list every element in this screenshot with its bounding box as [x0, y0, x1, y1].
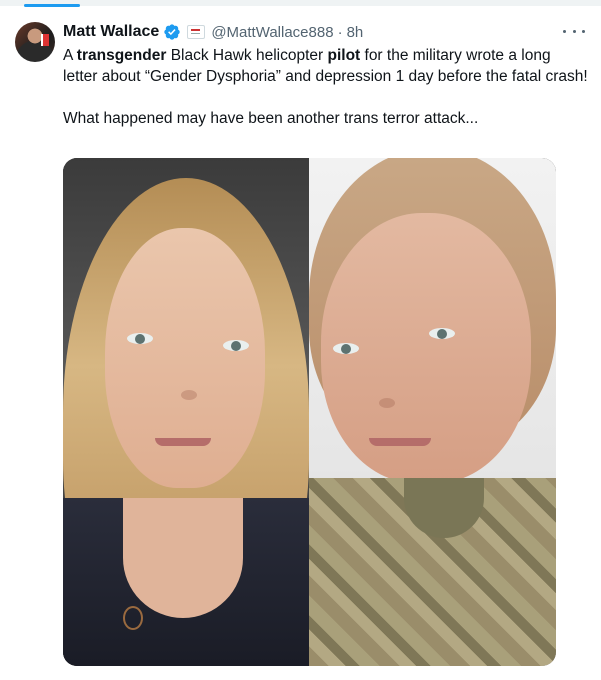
- photo-right-nose: [379, 398, 395, 408]
- bold-word-pilot: pilot: [327, 47, 361, 64]
- photo-left-nose: [181, 390, 197, 400]
- tweet-text: A transgender Black Hawk helicopter pilo…: [63, 45, 588, 129]
- more-options-icon[interactable]: [563, 24, 585, 38]
- tweet-card[interactable]: Matt Wallace @MattWallace888 · 8h A tran…: [0, 10, 601, 680]
- photo-left-neck: [123, 498, 243, 618]
- timestamp[interactable]: 8h: [347, 24, 364, 41]
- tweet-paragraph-1: A transgender Black Hawk helicopter pilo…: [63, 47, 588, 85]
- tweet-header: Matt Wallace @MattWallace888 · 8h: [63, 21, 363, 43]
- photo-right-mouth: [369, 438, 431, 446]
- verified-badge-icon[interactable]: [163, 23, 181, 41]
- author-name[interactable]: Matt Wallace: [63, 23, 159, 41]
- media-photo-right[interactable]: [309, 158, 556, 666]
- top-tab-bar: [0, 0, 601, 7]
- media-photo-left[interactable]: [63, 158, 309, 666]
- photo-left-mouth: [155, 438, 211, 446]
- photo-left-pendant: [123, 606, 143, 630]
- avatar-flag-detail: [41, 34, 49, 46]
- photo-right-eye: [333, 343, 359, 354]
- affiliation-flag-icon[interactable]: [187, 25, 206, 39]
- photo-right-eye: [429, 328, 455, 339]
- active-tab-indicator: [24, 4, 80, 7]
- separator-dot: ·: [337, 23, 343, 41]
- author-handle[interactable]: @MattWallace888: [211, 24, 333, 41]
- bold-word-transgender: transgender: [76, 47, 167, 64]
- photo-left-eye: [127, 333, 153, 344]
- tweet-paragraph-2: What happened may have been another tran…: [63, 110, 479, 127]
- photo-left-face: [105, 228, 265, 488]
- photo-left-eye: [223, 340, 249, 351]
- tweet-media[interactable]: [63, 158, 556, 666]
- avatar[interactable]: [15, 22, 55, 62]
